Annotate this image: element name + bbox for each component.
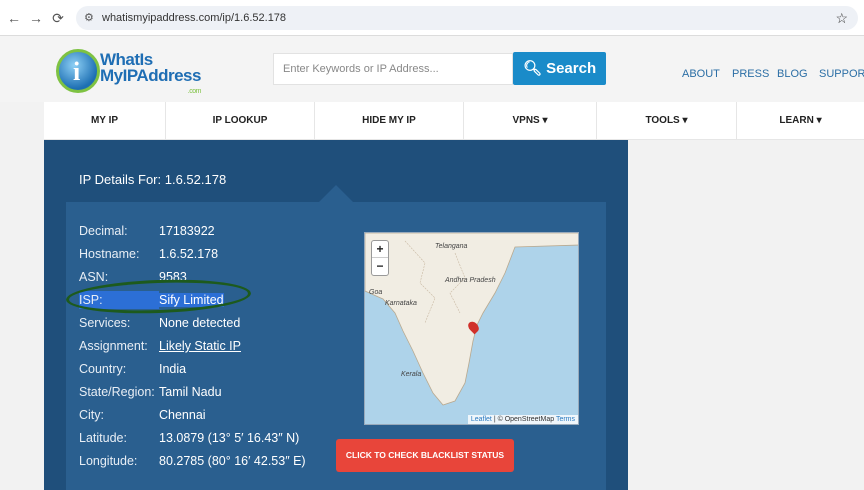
detail-row: State/Region: Tamil Nadu — [79, 385, 222, 399]
map-label: Karnataka — [385, 300, 417, 307]
map-label: Kerala — [401, 371, 422, 378]
location-map[interactable]: + − Telangana Andhra Pradesh Karnataka G… — [364, 232, 579, 425]
search-button[interactable]: 🔍︎ Search — [513, 52, 606, 85]
attribution-text: | © OpenStreetMap — [491, 416, 556, 423]
details-list: Decimal: 17183922 Hostname: 1.6.52.178 ASN… — [66, 202, 366, 482]
map-label: Goa — [369, 289, 383, 296]
nav-vpns[interactable]: VPNS ▾ — [464, 102, 597, 140]
main-nav: MY IP IP LOOKUP HIDE MY IP VPNS ▾ TOOLS … — [44, 102, 864, 140]
bookmark-star-icon[interactable]: ☆ — [835, 6, 848, 30]
logo-domain: .com — [187, 88, 202, 95]
map-attribution: Leaflet | © OpenStreetMap Terms — [467, 415, 578, 424]
blog-link[interactable]: BLOG — [777, 68, 808, 80]
nav-my-ip[interactable]: MY IP — [44, 102, 166, 140]
reload-button[interactable]: ⟳ — [48, 8, 68, 28]
map-label: Andhra Pradesh — [445, 277, 496, 284]
nav-ip-lookup[interactable]: IP LOOKUP — [166, 102, 315, 140]
leaflet-link[interactable]: Leaflet — [471, 416, 492, 423]
site-logo[interactable]: WhatIs MyIPAddress .com — [100, 51, 201, 95]
url-text: whatismyipaddress.com/ip/1.6.52.178 — [102, 12, 287, 24]
detail-row: Longitude: 80.2785 (80° 16′ 42.53″ E) — [79, 454, 306, 468]
terms-link[interactable]: Terms — [556, 416, 575, 423]
browser-toolbar: ← → ⟳ ⚙ whatismyipaddress.com/ip/1.6.52.… — [0, 0, 864, 36]
site-info-icon[interactable]: ⚙ — [84, 6, 94, 30]
zoom-in-button[interactable]: + — [372, 241, 388, 258]
detail-row: Country: India — [79, 362, 187, 376]
detail-row: Decimal: 17183922 — [79, 224, 215, 238]
address-bar[interactable]: ⚙ whatismyipaddress.com/ip/1.6.52.178 ☆ — [76, 6, 858, 30]
detail-row: Latitude: 13.0879 (13° 5′ 16.43″ N) — [79, 431, 300, 445]
panel-notch — [318, 185, 354, 203]
back-button[interactable]: ← — [4, 8, 24, 28]
nav-tools[interactable]: TOOLS ▾ — [597, 102, 737, 140]
detail-row: Hostname: 1.6.52.178 — [79, 247, 219, 261]
nav-learn[interactable]: LEARN ▾ — [737, 102, 864, 140]
nav-hide-my-ip[interactable]: HIDE MY IP — [315, 102, 464, 140]
map-zoom-control: + − — [371, 240, 389, 276]
zoom-out-button[interactable]: − — [372, 258, 388, 275]
map-label: Telangana — [435, 243, 468, 250]
support-link[interactable]: SUPPORT — [819, 68, 864, 80]
forward-button[interactable]: → — [26, 8, 46, 28]
about-link[interactable]: ABOUT — [682, 68, 720, 80]
detail-row: City: Chennai — [79, 408, 206, 422]
logo-line2: MyIPAddress — [100, 66, 201, 85]
detail-row: Assignment: Likely Static IP — [79, 339, 241, 353]
detail-row: Services: None detected — [79, 316, 241, 330]
assignment-link[interactable]: Likely Static IP — [159, 339, 241, 353]
ip-details-title: IP Details For: 1.6.52.178 — [79, 172, 227, 187]
search-button-label: Search — [546, 60, 597, 77]
search-input[interactable]: Enter Keywords or IP Address... — [273, 53, 513, 85]
check-blacklist-button[interactable]: CLICK TO CHECK BLACKLIST STATUS — [336, 439, 514, 472]
press-link[interactable]: PRESS — [732, 68, 769, 80]
logo-globe-icon[interactable] — [56, 49, 100, 93]
search-icon: 🔍︎ — [522, 60, 542, 77]
site-header: WhatIs MyIPAddress .com Enter Keywords o… — [0, 36, 864, 102]
